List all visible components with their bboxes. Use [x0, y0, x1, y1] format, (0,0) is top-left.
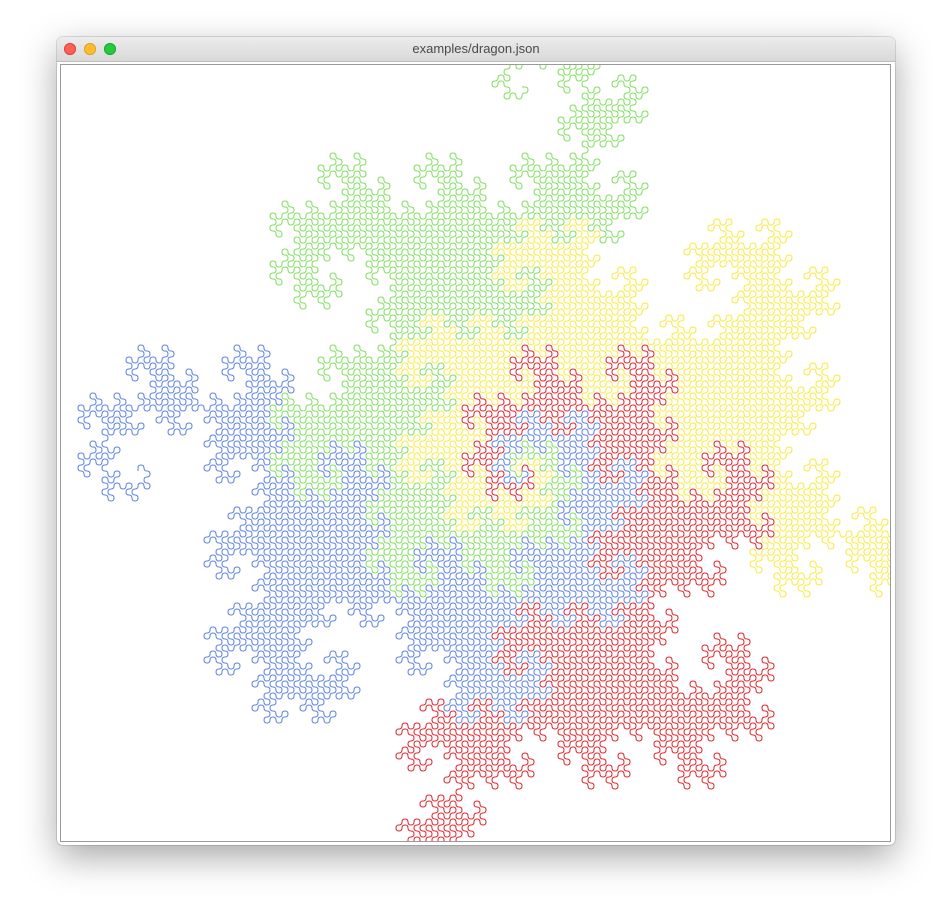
title-bar[interactable]: examples/dragon.json: [57, 37, 895, 62]
yellow-dragon-curve: [395, 218, 890, 598]
blue-dragon-curve: [77, 344, 649, 724]
red-dragon-curve: [395, 344, 775, 841]
green-dragon-curve: [269, 65, 649, 598]
window-title: examples/dragon.json: [412, 41, 540, 56]
drawing-canvas-area: [60, 64, 891, 842]
dragon-curve-drawing: [77, 65, 890, 841]
app-window: examples/dragon.json: [57, 37, 895, 845]
